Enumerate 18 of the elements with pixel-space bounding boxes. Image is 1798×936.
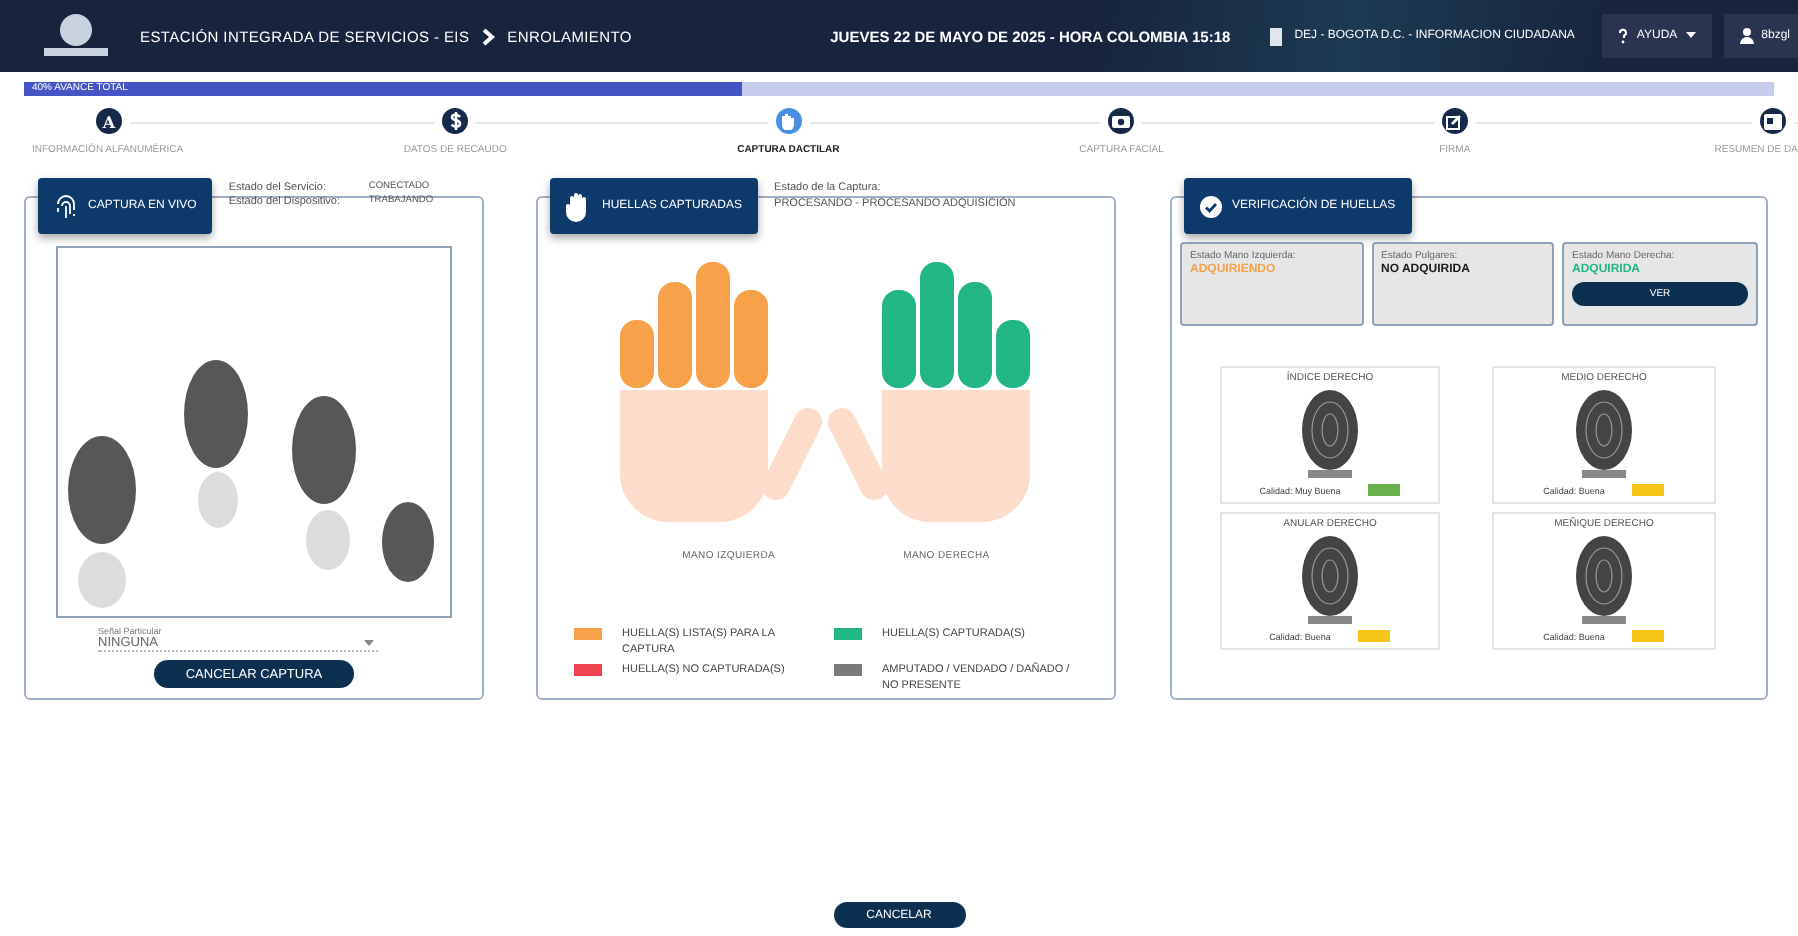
step-icon[interactable] bbox=[1441, 108, 1468, 134]
fingerprint-drawing bbox=[1300, 388, 1360, 480]
step-icon[interactable]: A bbox=[96, 108, 122, 134]
building-icon bbox=[1270, 27, 1283, 45]
fingerprint-drawing bbox=[1300, 534, 1360, 626]
user-icon bbox=[1739, 28, 1754, 44]
fingerprint-icon bbox=[54, 193, 78, 219]
chevron-icon bbox=[481, 27, 496, 45]
fingerprint-drawing bbox=[1574, 388, 1634, 480]
caret-icon bbox=[1685, 32, 1696, 40]
question-mark-icon bbox=[1618, 28, 1629, 44]
caret-icon bbox=[364, 640, 374, 646]
hand-icon bbox=[566, 191, 592, 221]
step-icon[interactable] bbox=[1108, 108, 1135, 134]
check-circle-icon bbox=[1200, 195, 1222, 217]
step-icon[interactable] bbox=[442, 108, 469, 134]
step-icon[interactable] bbox=[1759, 108, 1786, 134]
fingerprint-drawing bbox=[1574, 534, 1634, 626]
